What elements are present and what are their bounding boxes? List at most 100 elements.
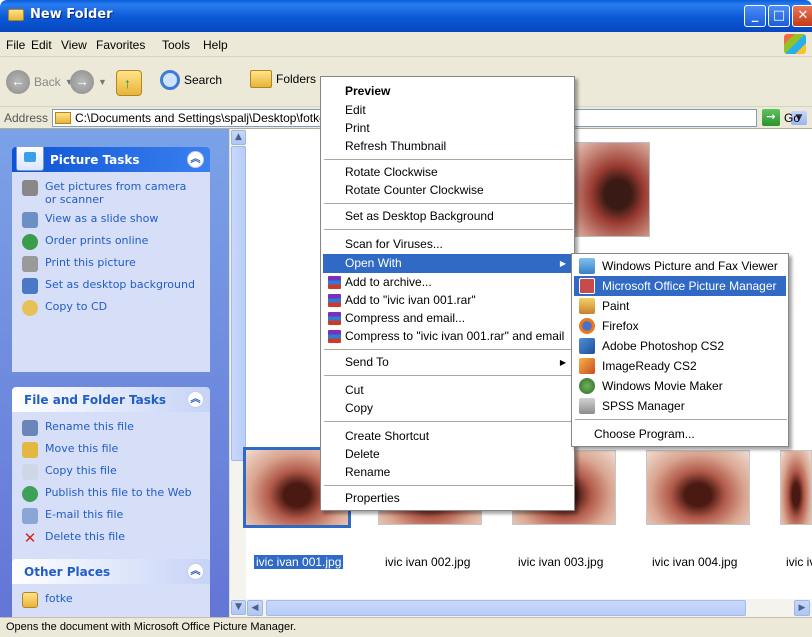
open-with-photoshop[interactable]: Adobe Photoshop CS2	[574, 336, 786, 356]
task-copy-to-cd[interactable]: Copy to CD	[22, 300, 200, 316]
menu-item-rename[interactable]: Rename	[323, 463, 572, 482]
menu-tools[interactable]: Tools	[162, 38, 190, 52]
camera-icon	[22, 180, 38, 196]
menu-item-set-desktop-background[interactable]: Set as Desktop Background	[323, 207, 572, 226]
menu-item-delete[interactable]: Delete	[323, 445, 572, 464]
minimize-button[interactable]: _	[744, 5, 766, 27]
scroll-thumb[interactable]	[266, 600, 746, 616]
collapse-icon[interactable]: ︽	[187, 563, 204, 580]
menu-edit[interactable]: Edit	[31, 38, 52, 52]
menu-item-compress-email[interactable]: Compress and email...	[323, 309, 572, 328]
task-label: Delete this file	[45, 530, 125, 543]
menu-item-edit[interactable]: Edit	[323, 101, 572, 120]
picture-tasks-header[interactable]: Picture Tasks ︽	[12, 147, 210, 172]
menu-item-rotate-counter-clockwise[interactable]: Rotate Counter Clockwise	[323, 181, 572, 200]
thumbnail-label-005[interactable]: ivic iv	[786, 555, 812, 569]
move-icon	[22, 442, 38, 458]
forward-button[interactable]: → ▼	[70, 70, 107, 94]
task-copy-file[interactable]: Copy this file	[22, 464, 200, 480]
open-with-firefox[interactable]: Firefox	[574, 316, 786, 336]
task-print-picture[interactable]: Print this picture	[22, 256, 200, 272]
menu-separator	[324, 159, 573, 160]
printer-icon	[22, 256, 38, 272]
folders-icon	[250, 70, 272, 88]
back-button[interactable]: ← Back ▼	[6, 70, 74, 94]
menu-favorites[interactable]: Favorites	[96, 38, 145, 52]
scroll-down-button[interactable]: ▼	[231, 600, 246, 615]
menu-item-add-to-rar[interactable]: Add to "ivic ivan 001.rar"	[323, 291, 572, 310]
picture-icon	[16, 147, 44, 171]
file-folder-tasks-header[interactable]: File and Folder Tasks ︽	[12, 387, 210, 412]
menu-item-rotate-clockwise[interactable]: Rotate Clockwise	[323, 163, 572, 182]
go-label: Go	[784, 110, 801, 125]
menu-item-scan-viruses[interactable]: Scan for Viruses...	[323, 235, 572, 254]
menu-file[interactable]: File	[6, 38, 25, 52]
task-order-prints[interactable]: Order prints online	[22, 234, 200, 250]
task-delete-file[interactable]: ✕ Delete this file	[22, 530, 200, 546]
status-text: Opens the document with Microsoft Office…	[6, 621, 297, 633]
thumbnail-label-003[interactable]: ivic ivan 003.jpg	[518, 555, 603, 569]
scroll-right-button[interactable]: ▶	[794, 600, 810, 616]
thumbnail-label-002[interactable]: ivic ivan 002.jpg	[385, 555, 470, 569]
windows-logo-icon	[784, 34, 806, 54]
task-get-pictures[interactable]: Get pictures from camera or scanner	[22, 180, 200, 206]
open-with-office-picture-manager[interactable]: Microsoft Office Picture Manager	[574, 276, 786, 296]
search-button[interactable]: Search	[160, 70, 222, 90]
winrar-icon	[328, 330, 341, 343]
thumbnail-label-004[interactable]: ivic ivan 004.jpg	[652, 555, 737, 569]
menu-item-create-shortcut[interactable]: Create Shortcut	[323, 427, 572, 446]
menu-item-compress-rar-email[interactable]: Compress to "ivic ivan 001.rar" and emai…	[323, 327, 572, 346]
task-set-background[interactable]: Set as desktop background	[22, 278, 200, 294]
open-with-movie-maker[interactable]: Windows Movie Maker	[574, 376, 786, 396]
search-icon	[160, 70, 180, 90]
open-with-paint[interactable]: Paint	[574, 296, 786, 316]
thumbnail-label-001[interactable]: ivic ivan 001.jpg	[254, 555, 344, 569]
menu-help[interactable]: Help	[203, 38, 228, 52]
firefox-icon	[579, 318, 595, 334]
menu-item-copy[interactable]: Copy	[323, 399, 572, 418]
maximize-button[interactable]: □	[768, 5, 790, 27]
menu-item-cut[interactable]: Cut	[323, 381, 572, 400]
task-move-file[interactable]: Move this file	[22, 442, 200, 458]
open-with-spss-manager[interactable]: SPSS Manager	[574, 396, 786, 416]
open-with-choose-program[interactable]: Choose Program...	[574, 424, 786, 444]
open-with-imageready[interactable]: ImageReady CS2	[574, 356, 786, 376]
thumbnail-004[interactable]	[646, 450, 750, 525]
task-email-file[interactable]: E-mail this file	[22, 508, 200, 524]
menu-item-refresh-thumbnail[interactable]: Refresh Thumbnail	[323, 137, 572, 156]
task-slide-show[interactable]: View as a slide show	[22, 212, 200, 228]
copy-icon	[22, 464, 38, 480]
task-rename-file[interactable]: Rename this file	[22, 420, 200, 436]
menu-view[interactable]: View	[61, 38, 87, 52]
menu-item-preview[interactable]: Preview	[323, 82, 572, 101]
open-with-picture-fax-viewer[interactable]: Windows Picture and Fax Viewer	[574, 256, 786, 276]
menu-item-print[interactable]: Print	[323, 119, 572, 138]
menu-item-add-to-archive[interactable]: Add to archive...	[323, 273, 572, 292]
paint-icon	[579, 298, 595, 314]
go-button[interactable]: → Go	[762, 109, 800, 126]
collapse-icon[interactable]: ︽	[187, 391, 204, 408]
submenu-label: Firefox	[602, 319, 639, 333]
task-label: Rename this file	[45, 420, 134, 433]
preview-image[interactable]	[570, 142, 650, 237]
title-bar: New Folder _ □ ✕	[0, 0, 812, 32]
file-folder-tasks-list: Rename this file Move this file Copy thi…	[12, 412, 210, 570]
folders-button[interactable]: Folders	[250, 70, 316, 88]
task-pane-scrollbar[interactable]: ▲ ▼	[229, 129, 246, 617]
delete-icon: ✕	[23, 529, 37, 547]
menu-item-properties[interactable]: Properties	[323, 489, 572, 508]
scroll-thumb[interactable]	[231, 146, 246, 461]
scroll-left-button[interactable]: ◀	[247, 600, 263, 616]
collapse-icon[interactable]: ︽	[187, 151, 204, 168]
task-publish-web[interactable]: Publish this file to the Web	[22, 486, 200, 502]
menu-item-open-with[interactable]: Open With ▶	[323, 254, 572, 273]
scroll-up-button[interactable]: ▲	[231, 130, 246, 145]
close-button[interactable]: ✕	[792, 5, 812, 27]
thumbnail-005[interactable]	[780, 450, 812, 525]
other-places-header[interactable]: Other Places ︽	[12, 559, 210, 584]
horizontal-scrollbar[interactable]: ◀ ▶	[246, 599, 812, 617]
send-to-label: Send To	[345, 355, 389, 369]
place-fotke[interactable]: fotke	[22, 592, 200, 608]
menu-item-send-to[interactable]: Send To ▶	[323, 353, 572, 372]
folder-up-button[interactable]: ↑	[116, 70, 142, 96]
